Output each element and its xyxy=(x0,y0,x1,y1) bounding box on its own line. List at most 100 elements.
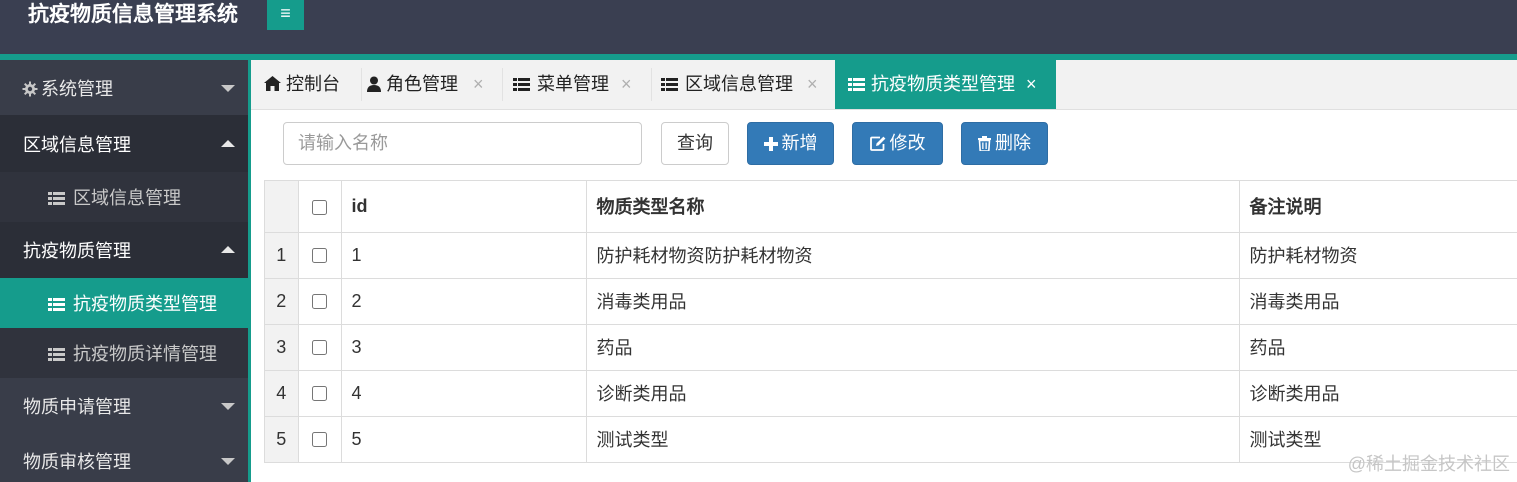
table-header-row: id 物质类型名称 备注说明 xyxy=(265,181,1517,233)
cell-remark: 诊断类用品 xyxy=(1239,370,1517,417)
hamburger-icon: ≡ xyxy=(280,3,291,23)
cell-remark: 防护耗材物资 xyxy=(1239,232,1517,279)
cell-name: 诊断类用品 xyxy=(586,370,1240,417)
search-input[interactable] xyxy=(283,122,642,165)
cell-remark: 药品 xyxy=(1239,324,1517,371)
chevron-down-icon xyxy=(221,402,235,410)
select-all-cell xyxy=(298,181,342,233)
list-icon xyxy=(48,348,65,361)
sidebar-accent-border xyxy=(248,60,251,482)
sidebar-item-label: 物质申请管理 xyxy=(23,396,131,417)
gear-icon xyxy=(22,81,38,96)
column-header-remark[interactable]: 备注说明 xyxy=(1239,181,1517,233)
list-icon xyxy=(661,78,678,91)
tab-regions[interactable]: 区域信息管理 × xyxy=(661,60,831,109)
list-icon xyxy=(48,298,65,311)
row-checkbox[interactable] xyxy=(312,294,327,310)
row-number: 1 xyxy=(265,232,299,279)
table-row[interactable]: 4 4 诊断类用品 诊断类用品 xyxy=(265,370,1517,417)
list-icon xyxy=(513,78,530,91)
row-number: 5 xyxy=(265,416,299,463)
edit-button[interactable]: 修改 xyxy=(852,122,943,165)
query-button[interactable]: 查询 xyxy=(661,122,729,165)
menu-toggle-button[interactable]: ≡ xyxy=(267,0,304,30)
sidebar-item-material-type[interactable]: 抗疫物质类型管理 xyxy=(0,278,248,328)
table-row[interactable]: 3 3 药品 药品 xyxy=(265,324,1517,371)
sidebar-group-audit[interactable]: 物质审核管理 xyxy=(0,433,248,482)
sidebar-group-region[interactable]: 区域信息管理 xyxy=(0,115,248,172)
cell-name: 消毒类用品 xyxy=(586,278,1240,325)
table-row[interactable]: 1 1 防护耗材物资防护耗材物资 防护耗材物资 xyxy=(265,232,1517,279)
sidebar-item-label: 抗疫物质类型管理 xyxy=(73,294,217,314)
row-select-cell xyxy=(298,232,342,279)
plus-icon xyxy=(763,137,778,151)
row-select-cell xyxy=(298,416,342,463)
sidebar-item-label: 抗疫物质详情管理 xyxy=(73,344,217,364)
row-select-cell xyxy=(298,324,342,371)
sidebar-item-material-detail[interactable]: 抗疫物质详情管理 xyxy=(0,328,248,378)
sidebar-group-apply[interactable]: 物质申请管理 xyxy=(0,378,248,433)
edit-icon xyxy=(869,136,885,151)
cell-name: 测试类型 xyxy=(586,416,1240,463)
tab-separator xyxy=(502,68,503,101)
delete-button[interactable]: 删除 xyxy=(961,122,1048,165)
row-number-header xyxy=(265,181,299,233)
row-select-cell xyxy=(298,370,342,417)
cell-id: 2 xyxy=(341,278,587,325)
home-icon xyxy=(264,76,281,91)
sidebar-item-label: 抗疫物质管理 xyxy=(23,241,131,261)
sidebar-item-label: 系统管理 xyxy=(41,78,113,99)
column-header-name[interactable]: 物质类型名称 xyxy=(586,181,1240,233)
cell-id: 5 xyxy=(341,416,587,463)
watermark: @稀土掘金技术社区 xyxy=(1347,454,1510,474)
close-icon[interactable]: × xyxy=(1026,60,1037,109)
row-number: 4 xyxy=(265,370,299,417)
tab-separator xyxy=(361,68,362,101)
sidebar-item-label: 区域信息管理 xyxy=(23,134,131,155)
tab-bar: 控制台 角色管理 × 菜单管理 × 区域信息管理 × 抗疫物质类型管理 × xyxy=(251,60,1517,110)
select-all-checkbox[interactable] xyxy=(312,199,327,215)
tab-material-types[interactable]: 抗疫物质类型管理 × xyxy=(835,60,1056,109)
table-row[interactable]: 5 5 测试类型 测试类型 xyxy=(265,416,1517,463)
chevron-down-icon xyxy=(221,457,235,465)
chevron-down-icon xyxy=(221,84,235,92)
row-checkbox[interactable] xyxy=(312,386,327,402)
sidebar-item-label: 区域信息管理 xyxy=(73,188,181,208)
row-select-cell xyxy=(298,278,342,325)
sidebar-item-label: 物质审核管理 xyxy=(23,451,131,472)
close-icon[interactable]: × xyxy=(473,60,484,109)
cell-id: 4 xyxy=(341,370,587,417)
tab-roles[interactable]: 角色管理 × xyxy=(367,60,497,109)
row-number: 3 xyxy=(265,324,299,371)
tab-label: 区域信息管理 xyxy=(685,74,793,94)
row-checkbox[interactable] xyxy=(312,340,327,356)
sidebar: 系统管理 区域信息管理 区域信息管理 抗疫物质管理 抗疫物质类型管理 抗疫物质详… xyxy=(0,60,248,482)
close-icon[interactable]: × xyxy=(621,60,632,109)
add-button[interactable]: 新增 xyxy=(747,122,834,165)
top-header: 抗疫物质信息管理系统 ≡ xyxy=(0,0,1517,54)
row-checkbox[interactable] xyxy=(312,248,327,264)
user-icon xyxy=(367,76,381,92)
row-number: 2 xyxy=(265,278,299,325)
chevron-up-icon xyxy=(221,139,235,147)
sidebar-group-material[interactable]: 抗疫物质管理 xyxy=(0,222,248,278)
cell-name: 药品 xyxy=(586,324,1240,371)
tab-label: 抗疫物质类型管理 xyxy=(871,74,1015,94)
list-icon xyxy=(48,192,65,205)
data-table: id 物质类型名称 备注说明 1 1 防护耗材物资防护耗材物资 防护耗材物资 2 2 消毒类… xyxy=(264,180,1517,463)
tab-label: 角色管理 xyxy=(386,74,458,94)
list-icon xyxy=(848,78,865,91)
trash-icon xyxy=(978,136,991,152)
close-icon[interactable]: × xyxy=(807,60,818,109)
tab-menus[interactable]: 菜单管理 × xyxy=(513,60,643,109)
column-header-id[interactable]: id xyxy=(341,181,587,233)
cell-remark: 消毒类用品 xyxy=(1239,278,1517,325)
tab-label: 菜单管理 xyxy=(537,74,609,94)
table-row[interactable]: 2 2 消毒类用品 消毒类用品 xyxy=(265,278,1517,325)
tab-separator xyxy=(651,68,652,101)
sidebar-item-system[interactable]: 系统管理 xyxy=(0,60,248,115)
cell-id: 1 xyxy=(341,232,587,279)
row-checkbox[interactable] xyxy=(312,432,327,448)
sidebar-item-region-info[interactable]: 区域信息管理 xyxy=(0,172,248,222)
tab-dashboard[interactable]: 控制台 xyxy=(264,60,359,109)
